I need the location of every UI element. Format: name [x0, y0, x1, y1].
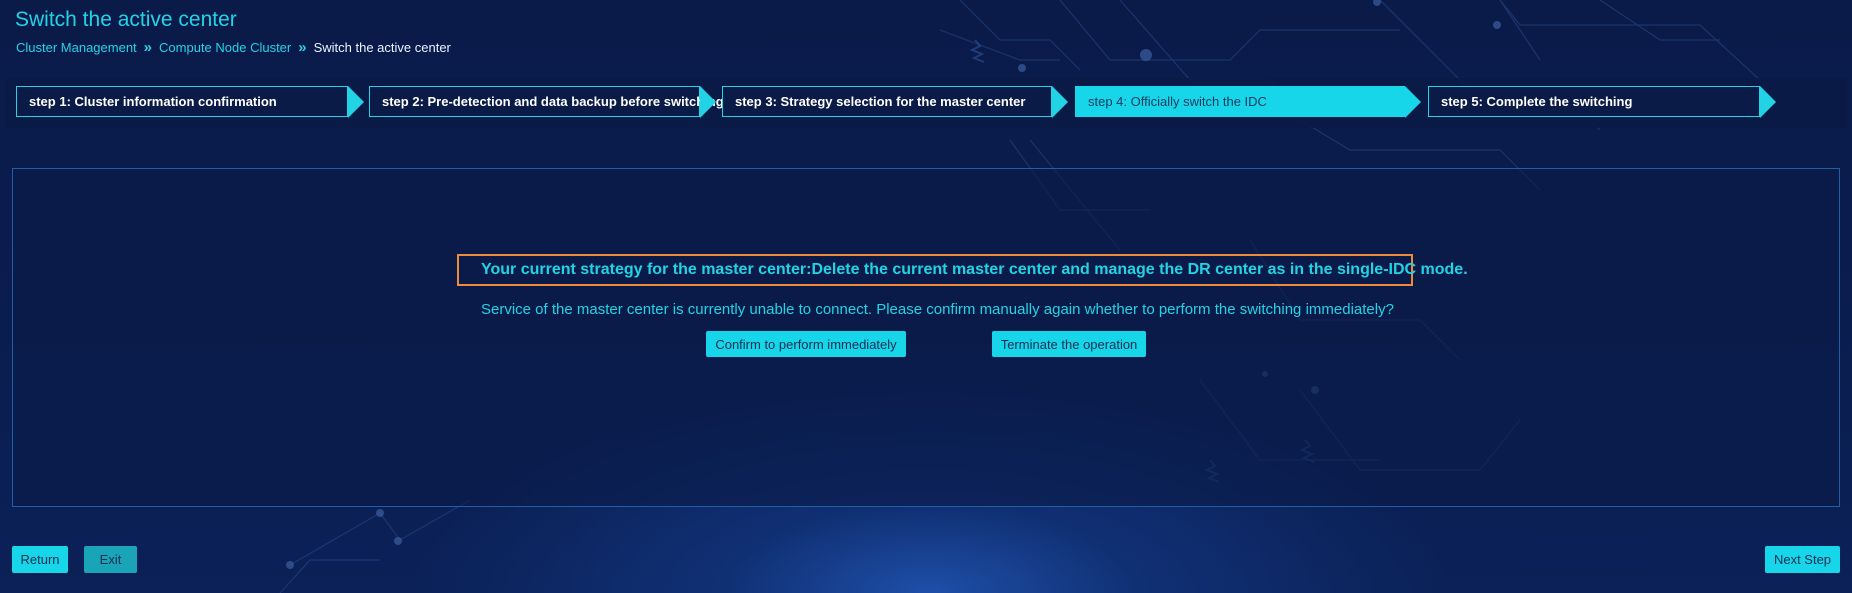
step-5-label: step 5: Complete the switching	[1428, 86, 1760, 117]
return-button[interactable]: Return	[12, 546, 68, 573]
strategy-text: Your current strategy for the master cen…	[481, 261, 1468, 278]
main-panel	[12, 168, 1840, 507]
step-4-label: step 4: Officially switch the IDC	[1075, 86, 1405, 117]
exit-button[interactable]: Exit	[84, 546, 137, 573]
strategy-notice: Your current strategy for the master cen…	[457, 254, 1468, 286]
breadcrumb-separator: »	[143, 39, 153, 56]
step-arrow-icon	[1760, 86, 1776, 118]
breadcrumb-current-page: Switch the active center	[313, 40, 451, 55]
step-1-label: step 1: Cluster information confirmation	[16, 86, 348, 117]
confirm-question: Service of the master center is currentl…	[481, 301, 1394, 318]
confirm-perform-button[interactable]: Confirm to perform immediately	[706, 331, 906, 357]
breadcrumb-cluster-management[interactable]: Cluster Management	[16, 40, 137, 55]
step-arrow-icon	[1405, 86, 1421, 118]
next-step-button[interactable]: Next Step	[1765, 546, 1840, 573]
page-title: Switch the active center	[15, 8, 237, 31]
step-arrow-icon	[700, 86, 716, 118]
breadcrumb: Cluster Management » Compute Node Cluste…	[16, 40, 451, 55]
step-arrow-icon	[1052, 86, 1068, 118]
step-2-label: step 2: Pre-detection and data backup be…	[369, 86, 724, 117]
breadcrumb-separator: »	[298, 39, 307, 56]
step-arrow-icon	[348, 86, 364, 118]
breadcrumb-compute-node-cluster[interactable]: Compute Node Cluster	[159, 40, 291, 55]
step-3-label: step 3: Strategy selection for the maste…	[722, 86, 1052, 117]
terminate-operation-button[interactable]: Terminate the operation	[992, 331, 1146, 357]
